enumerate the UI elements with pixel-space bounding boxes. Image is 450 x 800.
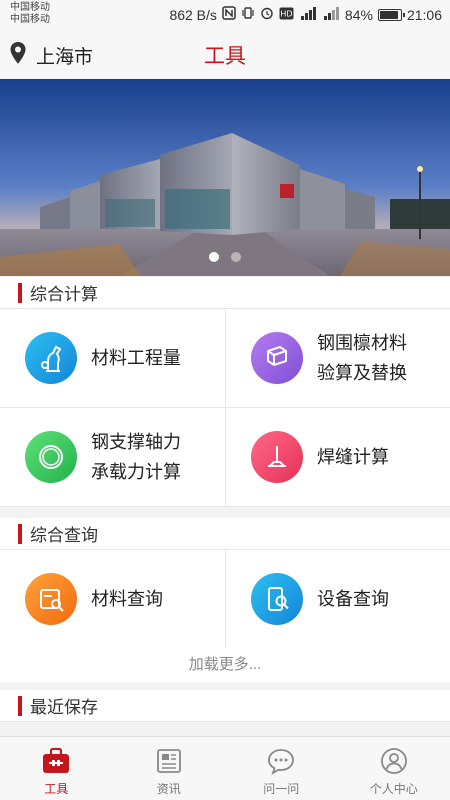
network-speed: 862 B/s bbox=[169, 6, 217, 23]
svg-text:HD: HD bbox=[280, 9, 292, 18]
calc-grid: 材料工程量 钢围檩材料 验算及替换 钢支撑轴力 承载力计算 焊缝计算 bbox=[0, 309, 450, 507]
section-accent-bar bbox=[18, 695, 22, 716]
tab-tools[interactable]: 工具 bbox=[0, 737, 113, 800]
tool-label-line2: 验算及替换 bbox=[317, 363, 407, 383]
query-grid: 材料查询 设备查询 bbox=[0, 550, 450, 649]
tool-label-line2: 承载力计算 bbox=[91, 462, 181, 482]
status-bar: 中国移动 中国移动 862 B/s HD 84% 21:06 bbox=[0, 0, 450, 30]
tool-label-line1: 钢围檩材料 bbox=[317, 333, 407, 353]
news-icon bbox=[154, 746, 184, 776]
banner-image bbox=[0, 79, 450, 276]
tool-weld-calc[interactable]: 焊缝计算 bbox=[225, 408, 450, 507]
tool-label: 设备查询 bbox=[317, 584, 389, 614]
tab-label: 工具 bbox=[44, 782, 69, 796]
battery-icon bbox=[377, 8, 405, 21]
steel-beam-icon bbox=[251, 332, 303, 384]
tab-profile[interactable]: 个人中心 bbox=[338, 737, 450, 800]
chat-icon bbox=[266, 746, 296, 776]
tool-steel-waling[interactable]: 钢围檩材料 验算及替换 bbox=[225, 309, 450, 408]
tab-news[interactable]: 资讯 bbox=[113, 737, 226, 800]
nfc-icon bbox=[222, 6, 236, 23]
tab-label: 个人中心 bbox=[369, 782, 418, 796]
section-accent-bar bbox=[18, 282, 22, 303]
tab-label: 资讯 bbox=[156, 782, 181, 796]
carousel-dot-1[interactable] bbox=[209, 252, 219, 262]
tool-label: 焊缝计算 bbox=[317, 442, 389, 472]
page-title: 工具 bbox=[204, 45, 246, 68]
tool-label-line1: 设备查询 bbox=[317, 589, 389, 609]
tool-label: 材料工程量 bbox=[91, 343, 181, 373]
battery-percent: 84% bbox=[344, 6, 373, 23]
tab-ask[interactable]: 问一问 bbox=[225, 737, 338, 800]
banner-carousel[interactable] bbox=[0, 79, 450, 276]
bottom-tab-bar: 工具 资讯 问一问 个人中心 bbox=[0, 736, 450, 800]
section-header-calc: 综合计算 bbox=[0, 277, 450, 309]
vibrate-icon bbox=[241, 6, 255, 23]
tool-label-line1: 焊缝计算 bbox=[317, 447, 389, 467]
section-title-query: 综合查询 bbox=[30, 526, 98, 545]
tool-equipment-query[interactable]: 设备查询 bbox=[225, 550, 450, 649]
hd-icon: HD bbox=[279, 7, 294, 23]
section-title-calc: 综合计算 bbox=[30, 285, 98, 304]
section-header-recent: 最近保存 bbox=[0, 690, 450, 722]
toolbox-icon bbox=[41, 746, 71, 776]
tool-label: 材料查询 bbox=[91, 584, 163, 614]
app-header: 上海市 工具 bbox=[0, 30, 450, 78]
tab-label: 问一问 bbox=[263, 782, 300, 796]
user-icon bbox=[379, 746, 409, 776]
alarm-icon bbox=[260, 6, 274, 23]
section-title-recent: 最近保存 bbox=[30, 698, 98, 717]
carrier-2: 中国移动 bbox=[10, 14, 50, 25]
status-indicators: 862 B/s HD 84% 21:06 bbox=[169, 6, 442, 23]
load-more-button[interactable]: 加载更多... bbox=[0, 648, 450, 682]
material-quantity-icon bbox=[25, 332, 77, 384]
tool-label: 钢围檩材料 验算及替换 bbox=[317, 328, 407, 388]
tool-material-quantity[interactable]: 材料工程量 bbox=[0, 309, 225, 408]
tool-label-line1: 材料查询 bbox=[91, 589, 163, 609]
equipment-query-icon bbox=[251, 573, 303, 625]
tool-label: 钢支撑轴力 承载力计算 bbox=[91, 427, 181, 487]
section-accent-bar bbox=[18, 523, 22, 544]
carousel-dot-2[interactable] bbox=[231, 252, 241, 262]
tool-steel-support[interactable]: 钢支撑轴力 承载力计算 bbox=[0, 408, 225, 507]
signal-2g-icon bbox=[322, 6, 340, 23]
carrier-info: 中国移动 中国移动 bbox=[10, 2, 50, 26]
tool-label-line1: 钢支撑轴力 bbox=[91, 432, 181, 452]
steel-support-icon bbox=[25, 431, 77, 483]
tool-label-line1: 材料工程量 bbox=[91, 348, 181, 368]
section-header-query: 综合查询 bbox=[0, 518, 450, 550]
carousel-dots bbox=[0, 252, 450, 262]
carrier-1: 中国移动 bbox=[10, 2, 50, 13]
signal-4g-icon bbox=[299, 6, 317, 23]
weld-icon bbox=[251, 431, 303, 483]
material-query-icon bbox=[25, 573, 77, 625]
clock: 21:06 bbox=[406, 6, 442, 23]
tool-material-query[interactable]: 材料查询 bbox=[0, 550, 225, 649]
